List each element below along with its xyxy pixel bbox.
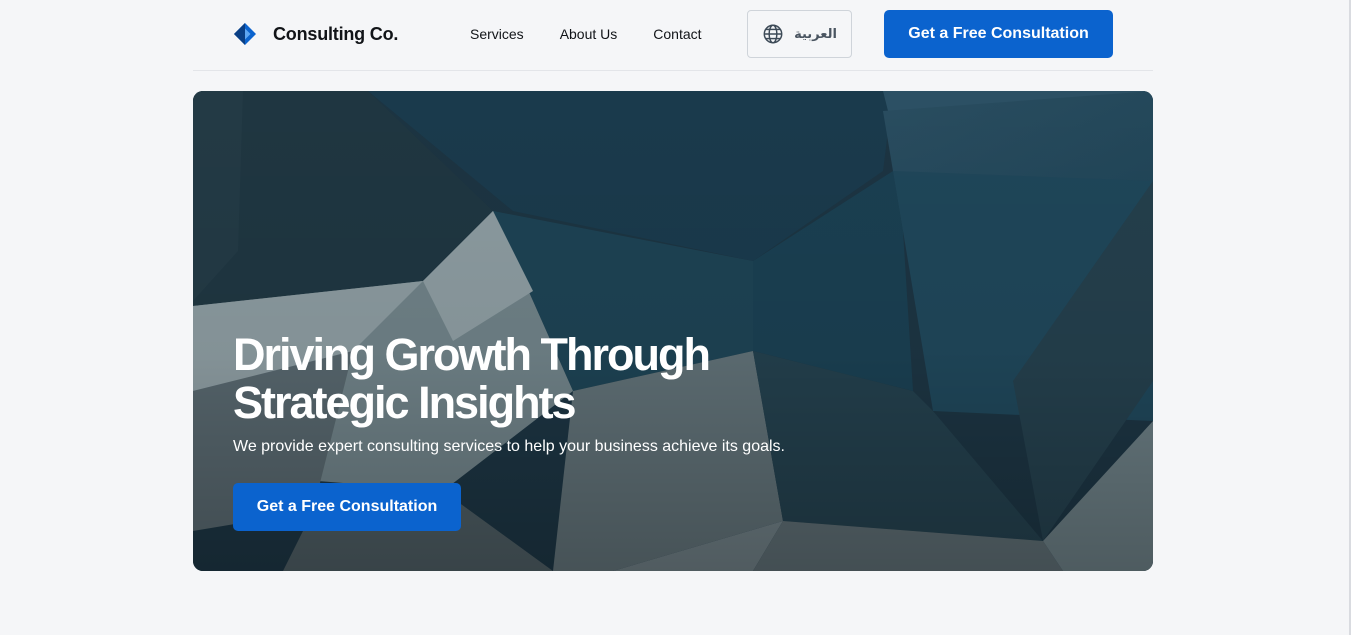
hero-banner: Driving Growth Through Strategic Insight…: [193, 91, 1153, 571]
logo-text: Consulting Co.: [273, 23, 399, 44]
nav-link-contact[interactable]: Contact: [653, 26, 701, 42]
hero-consultation-button[interactable]: Get a Free Consultation: [233, 483, 461, 531]
language-switch-button[interactable]: العربية: [747, 10, 852, 58]
site-header: Consulting Co. Services About Us Contact…: [193, 0, 1153, 71]
main-nav: Services About Us Contact: [470, 26, 702, 42]
logo[interactable]: Consulting Co.: [233, 22, 398, 46]
nav-link-about-us[interactable]: About Us: [560, 26, 618, 42]
hero-subtitle: We provide expert consulting services to…: [233, 438, 785, 455]
globe-icon: [763, 24, 783, 44]
header-consultation-button[interactable]: Get a Free Consultation: [884, 10, 1113, 58]
language-label: العربية: [794, 26, 837, 42]
diamond-logo-icon: [234, 23, 256, 45]
nav-link-services[interactable]: Services: [470, 26, 524, 42]
hero-title: Driving Growth Through Strategic Insight…: [233, 329, 711, 428]
